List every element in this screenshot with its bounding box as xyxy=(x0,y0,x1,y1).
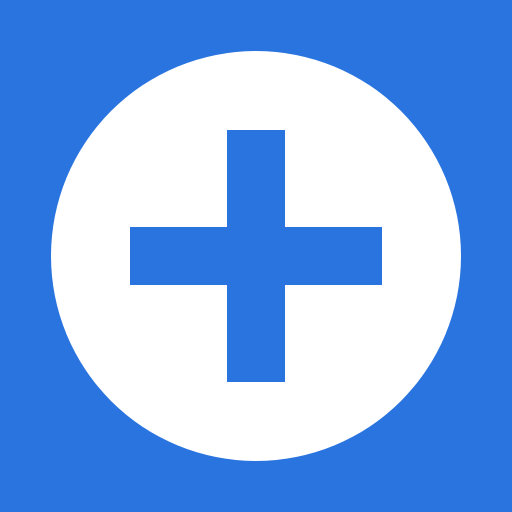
plus-icon-horizontal-bar xyxy=(130,227,382,285)
add-app-icon[interactable] xyxy=(0,0,512,512)
